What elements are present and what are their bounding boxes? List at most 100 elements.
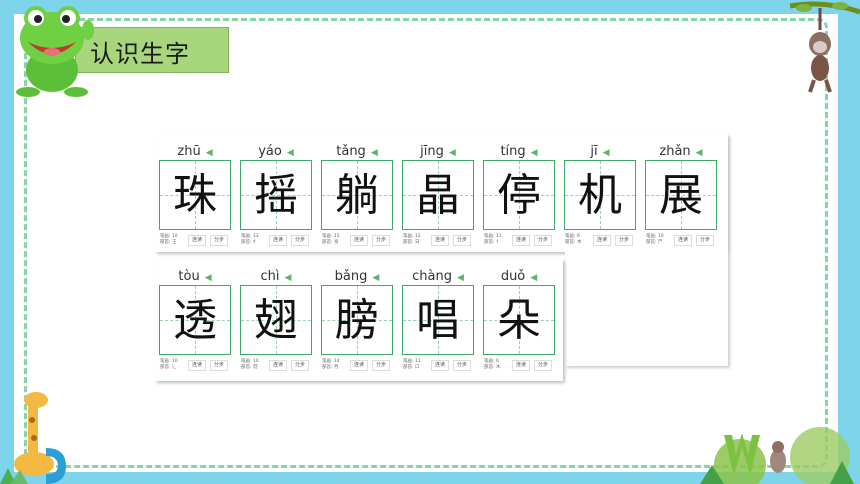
radical-label: 部首: 日 bbox=[403, 240, 420, 245]
page-title: 认识生字 bbox=[90, 40, 190, 68]
pinyin-label: jī bbox=[590, 144, 598, 159]
speaker-icon[interactable]: ◀ bbox=[449, 148, 456, 158]
character-grid: 珠 bbox=[159, 160, 231, 230]
pinyin-label: jīng bbox=[420, 144, 444, 159]
continuous-read-button[interactable]: 连读 bbox=[350, 360, 369, 371]
pinyin-label: bǎng bbox=[334, 269, 368, 284]
pinyin-label: yáo bbox=[258, 144, 282, 159]
step-read-button[interactable]: 分步 bbox=[696, 235, 715, 246]
step-read-button[interactable]: 分步 bbox=[534, 235, 553, 246]
character-glyph: 膀 bbox=[335, 295, 379, 346]
pinyin-row: zhū ◀ bbox=[158, 140, 232, 159]
character-meta: 笔画: 10 部首: 辶 bbox=[160, 359, 178, 371]
pinyin-label: zhǎn bbox=[659, 144, 691, 159]
step-read-button[interactable]: 分步 bbox=[534, 360, 553, 371]
character-meta: 笔画: 6 部首: 木 bbox=[565, 234, 581, 246]
step-read-button[interactable]: 分步 bbox=[291, 360, 310, 371]
radical-label: 部首: 口 bbox=[403, 365, 420, 370]
pinyin-row: tòu ◀ bbox=[158, 265, 232, 284]
giraffe-icon bbox=[0, 392, 66, 484]
pinyin-row: yáo ◀ bbox=[239, 140, 313, 159]
radical-label: 部首: 扌 bbox=[241, 240, 258, 245]
continuous-read-button[interactable]: 连读 bbox=[593, 235, 612, 246]
character-glyph: 机 bbox=[578, 170, 622, 221]
character-meta: 笔画: 11 部首: 口 bbox=[403, 359, 421, 371]
pinyin-label: chàng bbox=[412, 269, 452, 284]
step-read-button[interactable]: 分步 bbox=[453, 235, 472, 246]
character-meta: 笔画: 15 部首: 身 bbox=[322, 234, 340, 246]
speaker-icon[interactable]: ◀ bbox=[205, 273, 212, 283]
step-read-button[interactable]: 分步 bbox=[615, 235, 634, 246]
speaker-icon[interactable]: ◀ bbox=[285, 273, 292, 283]
character-glyph: 珠 bbox=[173, 170, 217, 221]
character-card: chì ◀ 翅笔画: 10 部首: 羽连读 分步 bbox=[239, 262, 313, 380]
radical-label: 部首: 木 bbox=[565, 240, 582, 245]
pinyin-row: tǎng ◀ bbox=[320, 140, 394, 159]
continuous-read-button[interactable]: 连读 bbox=[674, 235, 693, 246]
continuous-read-button[interactable]: 连读 bbox=[512, 360, 531, 371]
radical-label: 部首: 王 bbox=[160, 240, 177, 245]
continuous-read-button[interactable]: 连读 bbox=[269, 235, 288, 246]
row1-shadow-panel bbox=[565, 252, 728, 366]
continuous-read-button[interactable]: 连读 bbox=[350, 235, 369, 246]
continuous-read-button[interactable]: 连读 bbox=[188, 360, 207, 371]
frame-top bbox=[0, 0, 860, 14]
character-meta: 笔画: 11 部首: 亻 bbox=[484, 234, 502, 246]
step-read-button[interactable]: 分步 bbox=[210, 235, 229, 246]
speaker-icon[interactable]: ◀ bbox=[530, 273, 537, 283]
character-meta: 笔画: 6 部首: 木 bbox=[484, 359, 500, 371]
speaker-icon[interactable]: ◀ bbox=[696, 148, 703, 158]
continuous-read-button[interactable]: 连读 bbox=[431, 235, 450, 246]
step-read-button[interactable]: 分步 bbox=[291, 235, 310, 246]
character-grid: 展 bbox=[645, 160, 717, 230]
radical-label: 部首: 身 bbox=[322, 240, 339, 245]
character-glyph: 晶 bbox=[416, 170, 460, 221]
speaker-icon[interactable]: ◀ bbox=[287, 148, 294, 158]
pinyin-label: chì bbox=[260, 269, 280, 284]
step-read-button[interactable]: 分步 bbox=[372, 360, 391, 371]
character-grid: 膀 bbox=[321, 285, 393, 355]
continuous-read-button[interactable]: 连读 bbox=[188, 235, 207, 246]
character-meta: 笔画: 10 部首: 王 bbox=[160, 234, 178, 246]
pinyin-label: zhū bbox=[177, 144, 201, 159]
step-read-button[interactable]: 分步 bbox=[372, 235, 391, 246]
grass-decoration bbox=[700, 427, 854, 484]
continuous-read-button[interactable]: 连读 bbox=[431, 360, 450, 371]
character-grid: 躺 bbox=[321, 160, 393, 230]
character-grid: 朵 bbox=[483, 285, 555, 355]
character-glyph: 朵 bbox=[497, 295, 541, 346]
character-card: tíng ◀ 停笔画: 11 部首: 亻连读 分步 bbox=[482, 137, 556, 255]
continuous-read-button[interactable]: 连读 bbox=[512, 235, 531, 246]
character-grid: 摇 bbox=[240, 160, 312, 230]
step-read-button[interactable]: 分步 bbox=[210, 360, 229, 371]
pinyin-label: tòu bbox=[178, 269, 200, 284]
pinyin-row: chì ◀ bbox=[239, 265, 313, 284]
character-card: jīng ◀ 晶笔画: 12 部首: 日连读 分步 bbox=[401, 137, 475, 255]
speaker-icon[interactable]: ◀ bbox=[372, 273, 379, 283]
pinyin-row: jīng ◀ bbox=[401, 140, 475, 159]
radical-label: 部首: 羽 bbox=[241, 365, 258, 370]
continuous-read-button[interactable]: 连读 bbox=[269, 360, 288, 371]
character-card: duǒ ◀ 朵笔画: 6 部首: 木 连读 分步 bbox=[482, 262, 556, 380]
speaker-icon[interactable]: ◀ bbox=[371, 148, 378, 158]
character-card: chàng ◀ 唱笔画: 11 部首: 口连读 分步 bbox=[401, 262, 475, 380]
pinyin-row: duǒ ◀ bbox=[482, 265, 556, 284]
character-meta: 笔画: 12 部首: 日 bbox=[403, 234, 421, 246]
speaker-icon[interactable]: ◀ bbox=[531, 148, 538, 158]
character-card: bǎng ◀ 膀笔画: 14 部首: 月连读 分步 bbox=[320, 262, 394, 380]
speaker-icon[interactable]: ◀ bbox=[603, 148, 610, 158]
character-card: jī ◀ 机笔画: 6 部首: 木 连读 分步 bbox=[563, 137, 637, 255]
radical-label: 部首: 辶 bbox=[160, 365, 177, 370]
character-card: zhū ◀ 珠笔画: 10 部首: 王连读 分步 bbox=[158, 137, 232, 255]
character-card: yáo ◀ 摇笔画: 13 部首: 扌连读 分步 bbox=[239, 137, 313, 255]
pinyin-label: tǎng bbox=[336, 144, 366, 159]
speaker-icon[interactable]: ◀ bbox=[457, 273, 464, 283]
radical-label: 部首: 尸 bbox=[646, 240, 663, 245]
character-glyph: 唱 bbox=[416, 295, 460, 346]
character-glyph: 透 bbox=[173, 295, 217, 346]
speaker-icon[interactable]: ◀ bbox=[206, 148, 213, 158]
step-read-button[interactable]: 分步 bbox=[453, 360, 472, 371]
pinyin-label: tíng bbox=[500, 144, 526, 159]
frog-icon bbox=[16, 6, 94, 97]
radical-label: 部首: 木 bbox=[484, 365, 501, 370]
